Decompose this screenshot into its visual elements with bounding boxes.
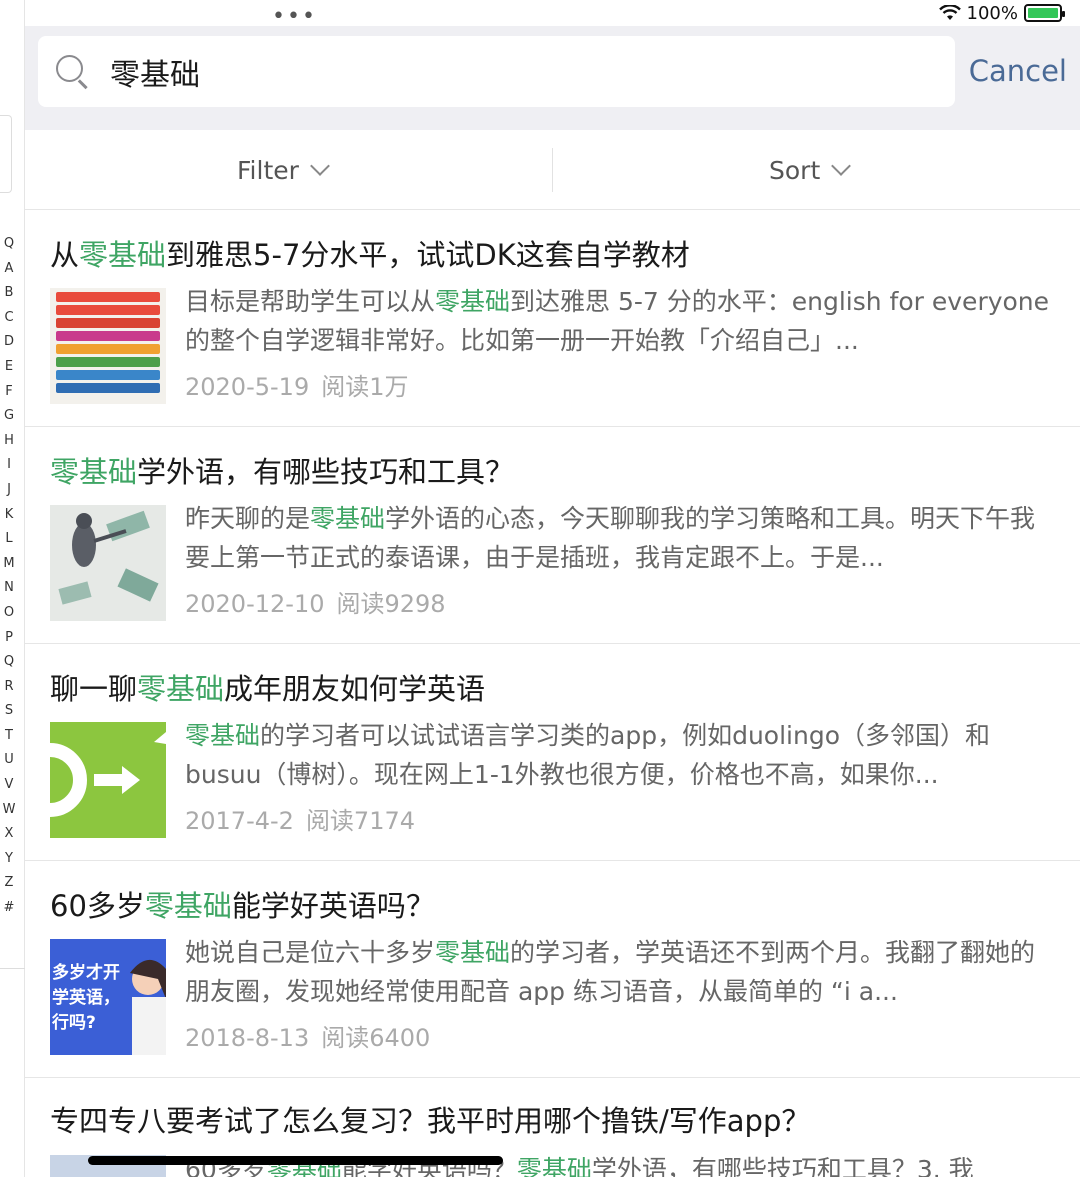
result-date: 2020-5-19 (185, 373, 310, 401)
index-letter[interactable]: N (4, 576, 14, 601)
index-letter[interactable]: E (5, 355, 13, 380)
result-meta: 2018-8-13 阅读6400 (185, 1018, 430, 1053)
result-meta: 2020-5-19 阅读1万 (185, 367, 409, 402)
cartoon-thumbnail: 多岁才开 学英语， 行吗? (50, 939, 166, 1055)
chevron-down-icon (310, 156, 330, 176)
result-reads: 阅读9298 (336, 590, 446, 618)
index-letter[interactable]: K (5, 503, 14, 528)
wifi-icon (938, 5, 961, 20)
alphabet-index[interactable]: Q A B C D E F G H I J K L M N O P Q R S T U V W X Y Z # (0, 232, 18, 921)
search-input[interactable]: 零基础 (38, 36, 955, 107)
result-reads: 阅读7174 (305, 807, 416, 835)
index-letter[interactable]: # (4, 896, 15, 921)
status-bar: 100% (938, 0, 1065, 26)
index-letter[interactable]: D (4, 330, 14, 355)
result-item[interactable]: 从零基础到雅思5-7分水平，试试DK这套自学教材 目标是帮助学生可以从零基础到达… (25, 210, 1080, 427)
index-letter[interactable]: Z (5, 871, 14, 896)
index-letter[interactable]: S (5, 699, 13, 724)
index-letter[interactable]: P (5, 626, 13, 651)
index-letter[interactable]: B (5, 281, 14, 306)
result-date: 2020-12-10 (185, 590, 325, 618)
filter-sort-bar: Filter Sort (25, 130, 1080, 210)
divider (0, 968, 25, 969)
index-letter[interactable]: H (4, 429, 14, 454)
left-panel-edge: Q A B C D E F G H I J K L M N O P Q R S T U V W X Y Z # (0, 0, 25, 1177)
sort-label: Sort (769, 155, 821, 185)
index-letter[interactable]: R (4, 675, 13, 700)
cancel-button[interactable]: Cancel (969, 54, 1067, 88)
index-letter[interactable]: T (5, 724, 13, 749)
result-item[interactable]: 零基础学外语，有哪些技巧和工具？ 昨天聊的是零基础学外语的心态，今天聊聊我的学习… (25, 427, 1080, 644)
result-snippet: 目标是帮助学生可以从零基础到达雅思 5-7 分的水平：english for e… (185, 287, 1050, 355)
filter-label: Filter (237, 155, 299, 185)
result-date: 2018-8-13 (185, 1024, 310, 1052)
sort-button[interactable]: Sort (769, 130, 852, 210)
index-letter[interactable]: Q (4, 232, 14, 257)
index-letter[interactable]: U (4, 748, 14, 773)
result-title[interactable]: 零基础学外语，有哪些技巧和工具？ (50, 449, 514, 491)
search-query[interactable]: 零基础 (110, 50, 200, 94)
books-thumbnail (50, 288, 166, 404)
results-list: 从零基础到雅思5-7分水平，试试DK这套自学教材 目标是帮助学生可以从零基础到达… (25, 210, 1080, 1078)
thumbnail-caption: 多岁才开 学英语， 行吗? (52, 963, 120, 1033)
result-snippet: 昨天聊的是零基础学外语的心态，今天聊聊我的学习策略和工具。明天下午我要上第一节正… (185, 504, 1036, 572)
result-title[interactable]: 专四专八要考试了怎么复习？我平时用哪个撸铁/写作app？ (50, 1098, 810, 1140)
search-header: 零基础 Cancel (25, 26, 1080, 130)
battery-charging-icon (1024, 4, 1065, 22)
result-meta: 2017-4-2 阅读7174 (185, 801, 415, 836)
index-letter[interactable]: C (4, 306, 13, 331)
result-snippet: 零基础的学习者可以试试语言学习类的app，例如duolingo（多邻国）和 bu… (185, 721, 990, 789)
index-letter[interactable]: Y (5, 847, 13, 872)
battery-percent: 100% (966, 2, 1018, 24)
illustration-thumbnail (50, 505, 166, 621)
index-letter[interactable]: L (5, 527, 12, 552)
result-snippet: 她说自己是位六十多岁零基础的学习者，学英语还不到两个月。我翻了翻她的朋友圈，发现… (185, 938, 1036, 1006)
index-letter[interactable]: I (7, 453, 11, 478)
filter-button[interactable]: Filter (237, 130, 330, 210)
index-letter[interactable]: W (3, 798, 16, 823)
index-letter[interactable]: F (5, 380, 12, 405)
index-letter[interactable]: X (5, 822, 14, 847)
search-results-screen: ••• 100% Q A B C D E F G H I J K L M N O P Q R S T U V W X Y Z # 零基… (0, 0, 1080, 1177)
index-letter[interactable]: M (3, 552, 14, 577)
result-reads: 阅读1万 (321, 373, 409, 401)
result-title[interactable]: 60多岁零基础能学好英语吗？ (50, 883, 435, 925)
search-icon (56, 54, 90, 89)
index-letter[interactable]: J (7, 478, 11, 503)
index-letter[interactable]: Q (4, 650, 14, 675)
index-letter[interactable]: G (4, 404, 14, 429)
result-item[interactable]: 聊一聊零基础成年朋友如何学英语 零基础的学习者可以试试语言学习类的app，例如d… (25, 644, 1080, 861)
arrow-thumbnail (50, 722, 166, 838)
result-item[interactable]: 60多岁零基础能学好英语吗？ 多岁才开 学英语， 行吗? 她说自己是位六十多岁零… (25, 861, 1080, 1078)
result-date: 2017-4-2 (185, 807, 294, 835)
left-panel-card (0, 115, 12, 193)
result-title[interactable]: 聊一聊零基础成年朋友如何学英语 (50, 666, 485, 708)
result-reads: 阅读6400 (321, 1024, 431, 1052)
result-meta: 2020-12-10 阅读9298 (185, 584, 446, 619)
chevron-down-icon (831, 156, 852, 176)
index-letter[interactable]: O (4, 601, 14, 626)
home-indicator[interactable] (88, 1156, 503, 1165)
result-title[interactable]: 从零基础到雅思5-7分水平，试试DK这套自学教材 (50, 232, 690, 274)
index-letter[interactable]: V (5, 773, 14, 798)
index-letter[interactable]: A (5, 257, 14, 282)
divider (552, 148, 553, 192)
